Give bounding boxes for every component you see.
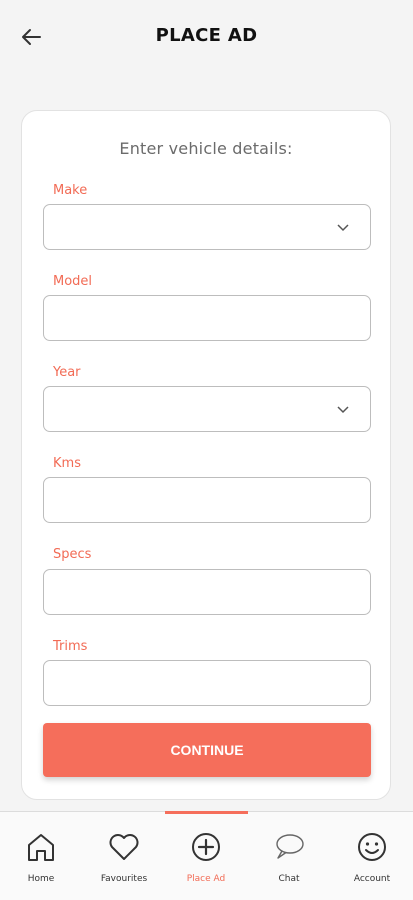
nav-favourites-label: Favourites [100, 874, 148, 884]
kms-label: Kms [53, 456, 81, 471]
nav-home-label: Home [27, 874, 55, 884]
trims-label: Trims [53, 639, 88, 654]
plus-circle-icon [192, 833, 220, 861]
model-label: Model [53, 274, 93, 289]
nav-chat[interactable]: Chat [248, 812, 330, 900]
nav-account[interactable]: Account [331, 812, 413, 900]
header: PLACE AD [0, 0, 413, 76]
page-title: PLACE AD [155, 25, 258, 46]
nav-account-label: Account [353, 874, 391, 884]
year-label: Year [53, 365, 81, 380]
nav-favourites[interactable]: Favourites [83, 812, 165, 900]
make-label: Make [53, 183, 88, 198]
chat-bubble-icon [276, 834, 304, 859]
continue-button[interactable]: CONTINUE [43, 723, 371, 777]
specs-label: Specs [53, 547, 92, 562]
specs-input[interactable] [43, 569, 371, 615]
model-input[interactable] [43, 295, 371, 341]
chevron-down-icon [337, 224, 349, 232]
chevron-down-icon [337, 406, 349, 414]
nav-place-ad[interactable]: Place Ad [165, 812, 247, 900]
bottom-nav: Home Favourites Place Ad Chat Account [0, 811, 413, 900]
nav-home[interactable]: Home [0, 812, 82, 900]
trims-input[interactable] [43, 660, 371, 706]
heart-icon [109, 834, 139, 860]
form-heading: Enter vehicle details: [119, 139, 293, 158]
kms-input[interactable] [43, 477, 371, 523]
nav-place-ad-label: Place Ad [186, 874, 226, 884]
make-dropdown[interactable] [43, 204, 371, 250]
nav-chat-label: Chat [278, 874, 300, 884]
smiley-icon [358, 833, 386, 861]
vehicle-details-card: Enter vehicle details: Make Model Year K… [21, 110, 391, 800]
year-dropdown[interactable] [43, 386, 371, 432]
home-icon [28, 834, 54, 861]
